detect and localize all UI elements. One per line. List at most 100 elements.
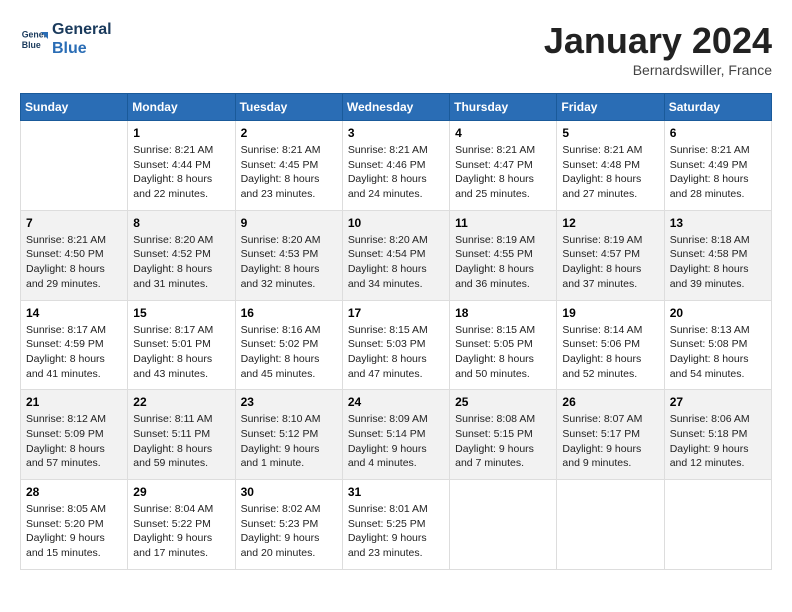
day-info: Sunrise: 8:19 AMSunset: 4:55 PMDaylight:… (455, 233, 551, 292)
calendar-cell: 7 Sunrise: 8:21 AMSunset: 4:50 PMDaylight… (21, 210, 128, 300)
calendar-cell: 4Sunrise: 8:21 AMSunset: 4:47 PMDaylight… (450, 121, 557, 211)
calendar-cell: 13 Sunrise: 8:18 AMSunset: 4:58 PMDayligh… (664, 210, 771, 300)
calendar-cell: 11 Sunrise: 8:19 AMSunset: 4:55 PMDayligh… (450, 210, 557, 300)
day-info: Sunrise: 8:10 AMSunset: 5:12 PMDaylight:… (241, 412, 337, 471)
day-number: 25 (455, 395, 551, 409)
calendar-cell (21, 121, 128, 211)
calendar-header-row: SundayMondayTuesdayWednesdayThursdayFrid… (21, 94, 772, 121)
calendar-cell: 21Sunrise: 8:12 AMSunset: 5:09 PMDayligh… (21, 390, 128, 480)
day-info: Sunrise: 8:21 AMSunset: 4:49 PMDaylight:… (670, 143, 766, 202)
day-info: Sunrise: 8:15 AMSunset: 5:03 PMDaylight:… (348, 323, 444, 382)
day-info: Sunrise: 8:02 AMSunset: 5:23 PMDaylight:… (241, 502, 337, 561)
calendar-cell (557, 480, 664, 570)
calendar-cell: 23 Sunrise: 8:10 AMSunset: 5:12 PMDayligh… (235, 390, 342, 480)
day-number: 3 (348, 126, 444, 140)
day-info: Sunrise: 8:13 AMSunset: 5:08 PMDaylight:… (670, 323, 766, 382)
svg-text:Blue: Blue (22, 40, 41, 50)
day-info: Sunrise: 8:05 AMSunset: 5:20 PMDaylight:… (26, 502, 122, 561)
day-info: Sunrise: 8:20 AMSunset: 4:53 PMDaylight:… (241, 233, 337, 292)
col-header-thursday: Thursday (450, 94, 557, 121)
col-header-tuesday: Tuesday (235, 94, 342, 121)
day-number: 23 (241, 395, 337, 409)
col-header-monday: Monday (128, 94, 235, 121)
calendar-cell: 6 Sunrise: 8:21 AMSunset: 4:49 PMDaylight… (664, 121, 771, 211)
calendar-cell: 31Sunrise: 8:01 AMSunset: 5:25 PMDayligh… (342, 480, 449, 570)
calendar-cell: 14Sunrise: 8:17 AMSunset: 4:59 PMDayligh… (21, 300, 128, 390)
calendar-cell: 1 Sunrise: 8:21 AMSunset: 4:44 PMDaylight… (128, 121, 235, 211)
day-number: 30 (241, 485, 337, 499)
calendar-cell (450, 480, 557, 570)
day-number: 13 (670, 216, 766, 230)
calendar-cell: 15Sunrise: 8:17 AMSunset: 5:01 PMDayligh… (128, 300, 235, 390)
day-number: 21 (26, 395, 122, 409)
day-info: Sunrise: 8:07 AMSunset: 5:17 PMDaylight:… (562, 412, 658, 471)
day-info: Sunrise: 8:20 AMSunset: 4:52 PMDaylight:… (133, 233, 229, 292)
day-number: 11 (455, 216, 551, 230)
day-number: 2 (241, 126, 337, 140)
calendar-row-3: 21Sunrise: 8:12 AMSunset: 5:09 PMDayligh… (21, 390, 772, 480)
day-number: 7 (26, 216, 122, 230)
day-number: 22 (133, 395, 229, 409)
day-info: Sunrise: 8:19 AMSunset: 4:57 PMDaylight:… (562, 233, 658, 292)
day-info: Sunrise: 8:11 AMSunset: 5:11 PMDaylight:… (133, 412, 229, 471)
col-header-friday: Friday (557, 94, 664, 121)
calendar-cell: 30 Sunrise: 8:02 AMSunset: 5:23 PMDayligh… (235, 480, 342, 570)
calendar-cell: 12 Sunrise: 8:19 AMSunset: 4:57 PMDayligh… (557, 210, 664, 300)
day-number: 20 (670, 306, 766, 320)
logo: General Blue General Blue (20, 20, 112, 58)
day-info: Sunrise: 8:21 AMSunset: 4:45 PMDaylight:… (241, 143, 337, 202)
day-info: Sunrise: 8:06 AMSunset: 5:18 PMDaylight:… (670, 412, 766, 471)
day-number: 16 (241, 306, 337, 320)
day-number: 24 (348, 395, 444, 409)
day-info: Sunrise: 8:21 AMSunset: 4:46 PMDaylight:… (348, 143, 444, 202)
calendar-table: SundayMondayTuesdayWednesdayThursdayFrid… (20, 93, 772, 570)
day-info: Sunrise: 8:18 AMSunset: 4:58 PMDaylight:… (670, 233, 766, 292)
day-number: 17 (348, 306, 444, 320)
day-number: 6 (670, 126, 766, 140)
location-subtitle: Bernardswiller, France (544, 62, 772, 78)
col-header-saturday: Saturday (664, 94, 771, 121)
calendar-cell: 22 Sunrise: 8:11 AMSunset: 5:11 PMDayligh… (128, 390, 235, 480)
day-number: 26 (562, 395, 658, 409)
day-info: Sunrise: 8:21 AMSunset: 4:44 PMDaylight:… (133, 143, 229, 202)
logo-icon: General Blue (20, 25, 48, 53)
day-info: Sunrise: 8:09 AMSunset: 5:14 PMDaylight:… (348, 412, 444, 471)
calendar-cell: 5 Sunrise: 8:21 AMSunset: 4:48 PMDaylight… (557, 121, 664, 211)
col-header-wednesday: Wednesday (342, 94, 449, 121)
day-number: 4 (455, 126, 551, 140)
col-header-sunday: Sunday (21, 94, 128, 121)
calendar-cell: 17 Sunrise: 8:15 AMSunset: 5:03 PMDayligh… (342, 300, 449, 390)
day-number: 19 (562, 306, 658, 320)
calendar-cell: 3 Sunrise: 8:21 AMSunset: 4:46 PMDaylight… (342, 121, 449, 211)
day-number: 12 (562, 216, 658, 230)
day-number: 29 (133, 485, 229, 499)
day-info: Sunrise: 8:20 AMSunset: 4:54 PMDaylight:… (348, 233, 444, 292)
calendar-cell: 9 Sunrise: 8:20 AMSunset: 4:53 PMDaylight… (235, 210, 342, 300)
day-info: Sunrise: 8:21 AMSunset: 4:50 PMDaylight:… (26, 233, 122, 292)
logo-line1: General (52, 20, 112, 39)
day-number: 27 (670, 395, 766, 409)
day-number: 28 (26, 485, 122, 499)
month-title: January 2024 (544, 20, 772, 62)
day-number: 9 (241, 216, 337, 230)
page-header: General Blue General Blue January 2024 B… (20, 20, 772, 78)
calendar-cell: 29Sunrise: 8:04 AMSunset: 5:22 PMDayligh… (128, 480, 235, 570)
day-info: Sunrise: 8:15 AMSunset: 5:05 PMDaylight:… (455, 323, 551, 382)
day-number: 18 (455, 306, 551, 320)
calendar-row-0: 1 Sunrise: 8:21 AMSunset: 4:44 PMDaylight… (21, 121, 772, 211)
day-number: 31 (348, 485, 444, 499)
calendar-cell: 27 Sunrise: 8:06 AMSunset: 5:18 PMDayligh… (664, 390, 771, 480)
calendar-cell: 2 Sunrise: 8:21 AMSunset: 4:45 PMDaylight… (235, 121, 342, 211)
calendar-cell: 24 Sunrise: 8:09 AMSunset: 5:14 PMDayligh… (342, 390, 449, 480)
day-number: 5 (562, 126, 658, 140)
calendar-cell: 10Sunrise: 8:20 AMSunset: 4:54 PMDayligh… (342, 210, 449, 300)
day-info: Sunrise: 8:21 AMSunset: 4:48 PMDaylight:… (562, 143, 658, 202)
calendar-cell: 8Sunrise: 8:20 AMSunset: 4:52 PMDaylight… (128, 210, 235, 300)
day-number: 14 (26, 306, 122, 320)
day-info: Sunrise: 8:08 AMSunset: 5:15 PMDaylight:… (455, 412, 551, 471)
day-number: 1 (133, 126, 229, 140)
calendar-cell: 18 Sunrise: 8:15 AMSunset: 5:05 PMDayligh… (450, 300, 557, 390)
day-info: Sunrise: 8:16 AMSunset: 5:02 PMDaylight:… (241, 323, 337, 382)
title-area: January 2024 Bernardswiller, France (544, 20, 772, 78)
calendar-cell (664, 480, 771, 570)
